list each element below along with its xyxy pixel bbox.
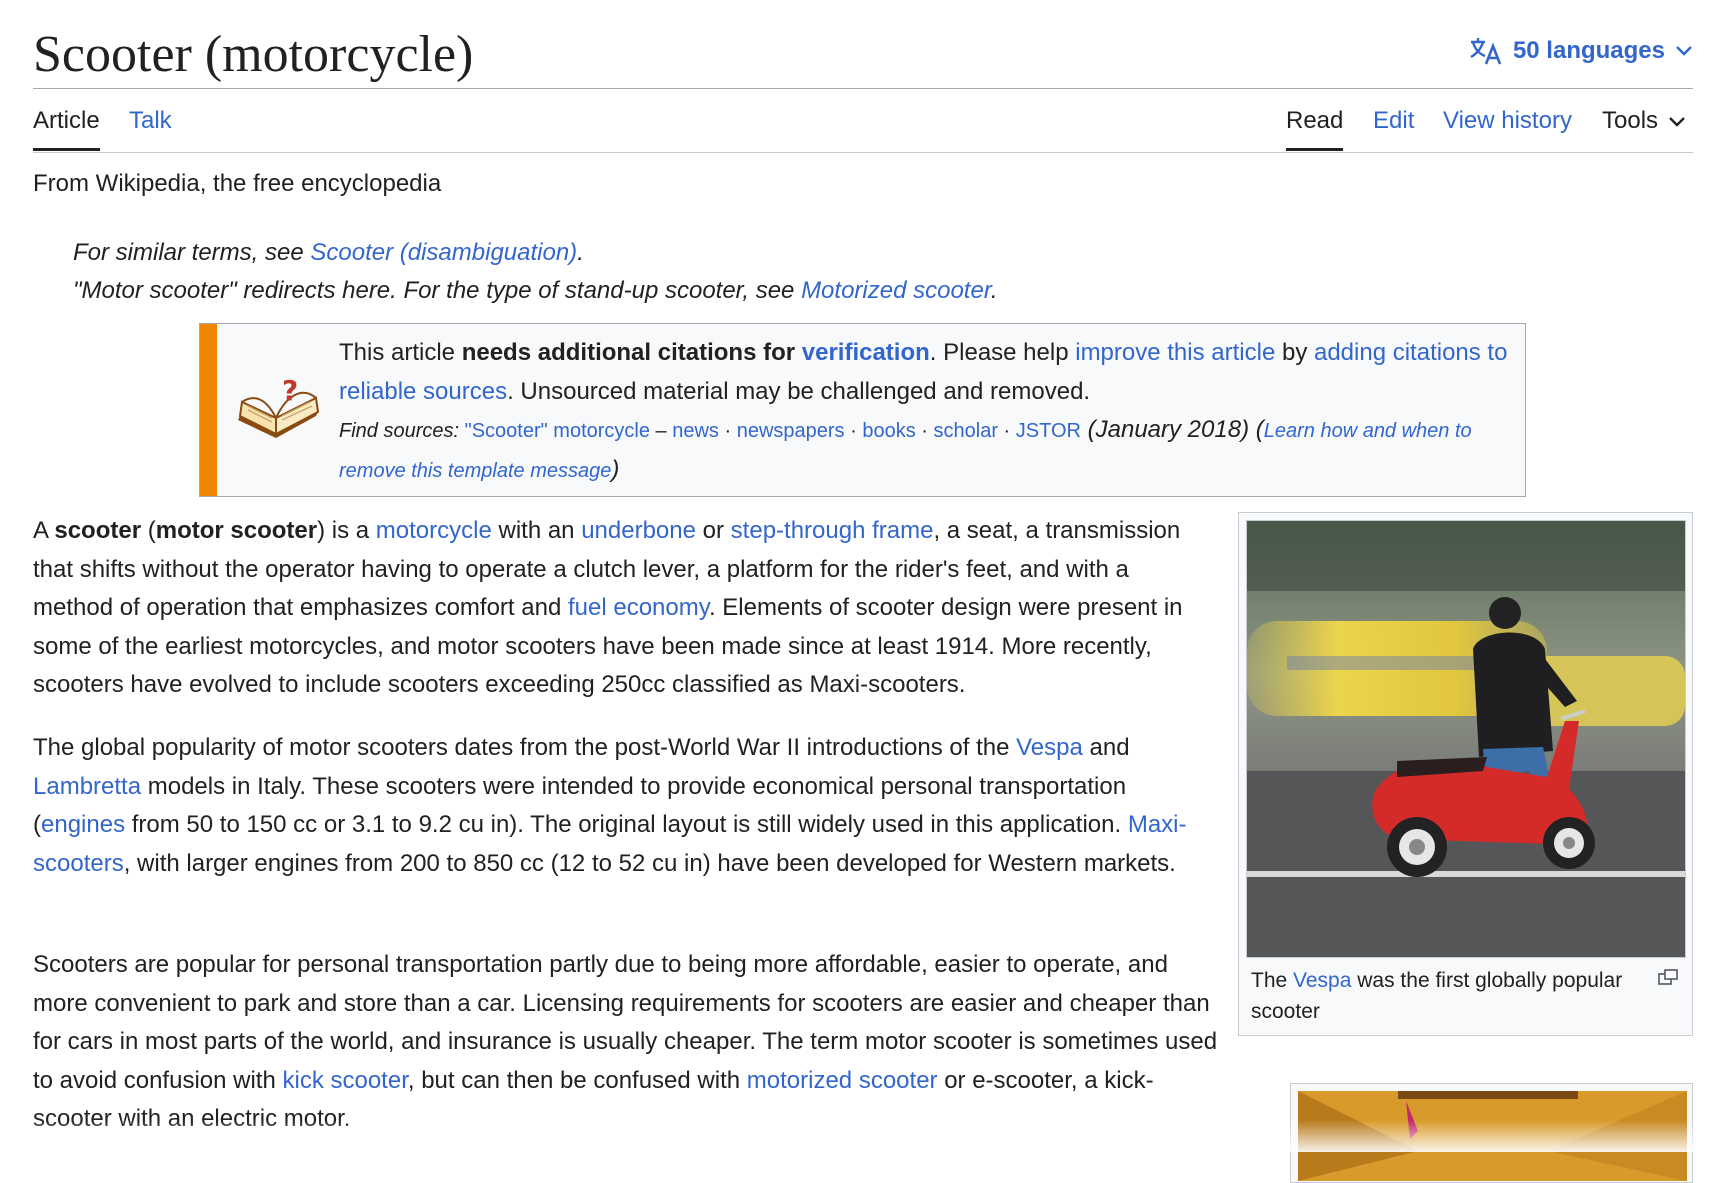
link-caption-vespa[interactable]: Vespa	[1293, 969, 1351, 992]
link-improve-article[interactable]: improve this article	[1075, 339, 1275, 366]
caption-text: The	[1251, 969, 1294, 992]
link-scooter-disambiguation[interactable]: Scooter (disambiguation)	[310, 239, 577, 266]
tab-talk[interactable]: Talk	[129, 106, 172, 148]
text: The global popularity of motor scooters …	[33, 734, 1017, 761]
link-underbone[interactable]: underbone	[581, 517, 696, 544]
notice-date: (January 2018)	[1080, 416, 1250, 443]
hatnote-redirect: "Motor scooter" redirects here. For the …	[73, 272, 998, 310]
hatnote-text: .	[577, 239, 584, 266]
link-newspapers[interactable]: newspapers	[737, 420, 845, 442]
link-fuel-economy[interactable]: fuel economy	[568, 594, 709, 621]
translate-icon	[1469, 36, 1503, 66]
link-scholar[interactable]: scholar	[934, 420, 998, 442]
text: , with larger engines from 200 to 850 cc…	[123, 849, 1176, 877]
scroll-fade	[0, 1120, 1723, 1152]
tab-edit[interactable]: Edit	[1373, 106, 1414, 148]
text: (	[141, 517, 156, 544]
bold-term: motor scooter	[155, 517, 318, 544]
separator: ·	[915, 420, 934, 442]
link-motorized-scooter[interactable]: Motorized scooter	[801, 277, 991, 304]
notice-bold: needs additional citations for	[461, 339, 802, 366]
vespa-photo[interactable]	[1246, 520, 1686, 958]
paragraph-uses: Scooters are popular for personal transp…	[33, 946, 1218, 1139]
link-source-query[interactable]: "Scooter" motorcycle	[465, 420, 650, 442]
link-step-through-frame[interactable]: step-through frame	[731, 517, 934, 544]
enlarge-icon[interactable]	[1658, 969, 1678, 990]
notice-text-part: This article	[339, 339, 462, 366]
page-title: Scooter (motorcycle)	[33, 26, 474, 83]
text: , but can then be confused with	[407, 1066, 747, 1094]
text: and	[1082, 734, 1130, 761]
hatnote-text: For similar terms, see	[73, 239, 311, 266]
tab-tools[interactable]: Tools	[1602, 106, 1686, 148]
bold-term: scooter	[54, 517, 142, 544]
link-kick-scooter[interactable]: kick scooter	[282, 1067, 407, 1094]
notice-text-part: . Unsourced material may be challenged a…	[507, 377, 1091, 405]
image-caption: The Vespa was the first globally popular…	[1251, 965, 1641, 1027]
book-question-icon: ?	[236, 374, 322, 447]
separator: ·	[844, 420, 863, 442]
link-motorized-scooter-2[interactable]: motorized scooter	[747, 1067, 938, 1094]
text: with an	[491, 517, 582, 544]
text: or	[695, 517, 731, 544]
hatnote-text: "Motor scooter" redirects here. For the …	[73, 277, 802, 304]
text: from 50 to 150 cc or 3.1 to 9.2 cu in). …	[125, 811, 1128, 838]
site-tagline: From Wikipedia, the free encyclopedia	[33, 170, 442, 197]
notice-text-part: . Please help	[929, 339, 1076, 366]
link-jstor[interactable]: JSTOR	[1016, 420, 1081, 442]
page-tabs: Article Talk Read Edit View history Tool…	[33, 96, 1693, 153]
hatnote-text: .	[990, 277, 998, 304]
text: A	[33, 517, 55, 544]
link-books[interactable]: books	[862, 420, 915, 442]
image-thumbnail: The Vespa was the first globally popular…	[1238, 512, 1693, 1036]
link-verification[interactable]: verification	[802, 339, 930, 366]
link-lambretta[interactable]: Lambretta	[33, 773, 141, 800]
notice-paren: (	[1249, 416, 1264, 443]
paragraph-intro: A scooter (motor scooter) is a motorcycl…	[33, 512, 1213, 705]
notice-paren: )	[611, 455, 620, 483]
tab-article[interactable]: Article	[33, 106, 100, 151]
citation-notice: ? This article needs additional citation…	[199, 323, 1526, 497]
page-heading: Scooter (motorcycle) 50 languages	[33, 22, 1693, 89]
chevron-down-icon	[1675, 45, 1693, 57]
tab-read[interactable]: Read	[1286, 106, 1344, 151]
notice-text-part: by	[1275, 339, 1314, 366]
paragraph-popularity: The global popularity of motor scooters …	[33, 729, 1203, 883]
separator: ·	[718, 420, 737, 442]
chevron-down-icon	[1668, 106, 1686, 136]
link-vespa[interactable]: Vespa	[1016, 734, 1083, 761]
separator: –	[649, 420, 673, 442]
language-count: 50 languages	[1512, 37, 1665, 64]
tab-view-history[interactable]: View history	[1443, 106, 1572, 148]
language-button[interactable]: 50 languages	[1469, 36, 1693, 66]
link-engines[interactable]: engines	[41, 811, 125, 838]
notice-stripe	[200, 324, 217, 496]
link-motorcycle[interactable]: motorcycle	[376, 517, 492, 544]
separator: ·	[997, 420, 1016, 442]
svg-text:?: ?	[282, 376, 298, 407]
hatnote-similar: For similar terms, see Scooter (disambig…	[73, 234, 584, 272]
text: ) is a	[317, 517, 376, 544]
tools-label: Tools	[1602, 107, 1659, 134]
link-news[interactable]: news	[672, 420, 719, 442]
find-sources-label: Find sources:	[339, 420, 465, 442]
notice-text: This article needs additional citations …	[339, 334, 1519, 490]
